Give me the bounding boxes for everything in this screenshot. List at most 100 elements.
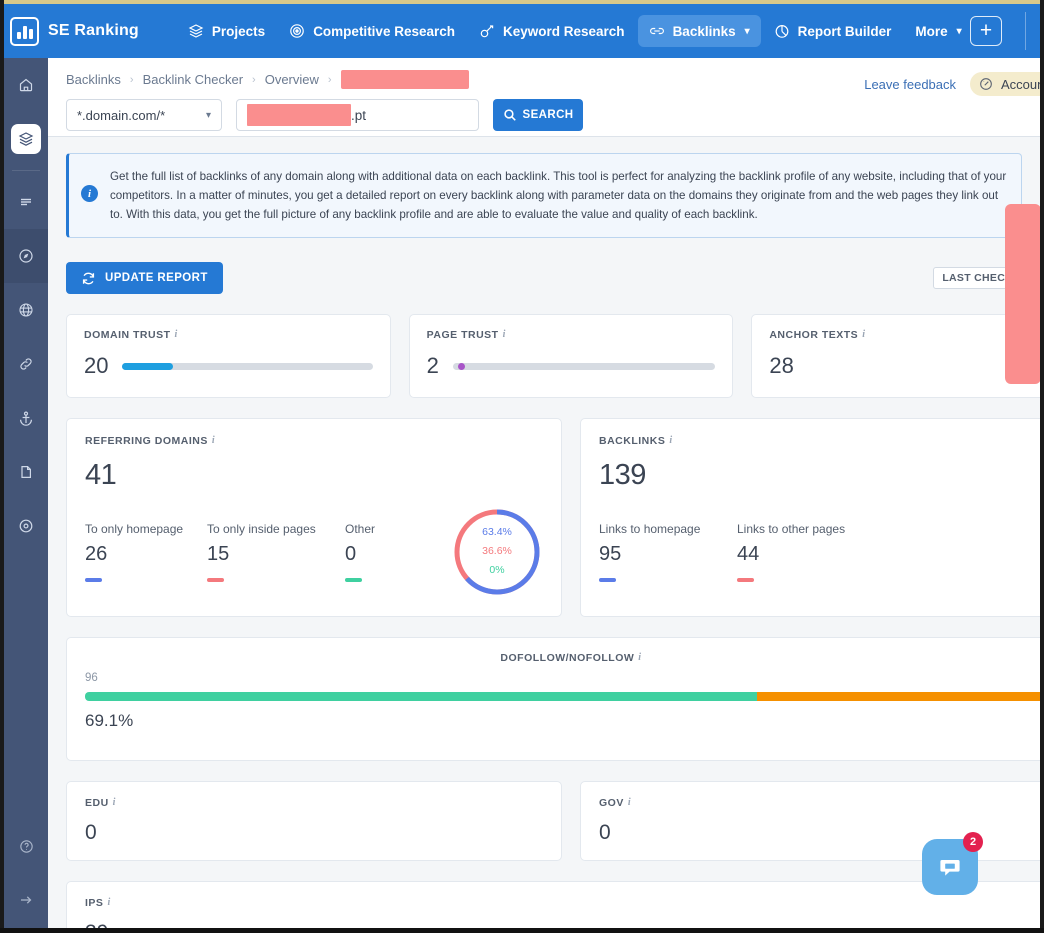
info-icon[interactable]: i (212, 435, 215, 446)
nofollow-segment (756, 692, 1040, 701)
chevron-right-icon: › (252, 73, 256, 86)
domain-search-input[interactable]: .pt (236, 99, 479, 131)
breadcrumb-item-backlink-checker[interactable]: Backlink Checker (143, 72, 243, 87)
dofollow-count: 96 (85, 672, 98, 684)
bar-chart-logo-icon (10, 16, 39, 46)
nav-item-report-builder[interactable]: Report Builder (763, 15, 903, 47)
metric-cards-row: DOMAIN TRUST i 20 PAGE TRUST i 2 ANCHOR … (66, 314, 1040, 398)
info-icon[interactable]: i (113, 797, 116, 808)
sidebar-item-anchor[interactable] (4, 391, 48, 445)
top-navigation-bar: SE Ranking Projects Competitive Research (4, 4, 1040, 58)
domain-mode-select[interactable]: *.domain.com/* ▾ (66, 99, 222, 131)
breakdown-value: 44 (737, 543, 760, 565)
breadcrumb-item-backlinks[interactable]: Backlinks (66, 72, 121, 87)
card-label: ANCHOR TEXTS i (769, 329, 1040, 341)
sidebar-expand-button[interactable] (4, 873, 48, 927)
sidebar-item-document[interactable] (4, 445, 48, 499)
breakdown-label: Links to other pages (737, 522, 846, 536)
info-icon[interactable]: i (862, 329, 865, 340)
dofollow-nofollow-card: DOFOLLOW/NOFOLLOW i 96 69.1% 3 (66, 637, 1040, 761)
nav-item-more[interactable]: More ▾ (904, 16, 972, 47)
redacted-domain-value (247, 104, 351, 126)
nav-item-projects[interactable]: Projects (177, 15, 276, 47)
breakdown-item: Other 0 (345, 522, 467, 582)
breakdown-value: 15 (207, 543, 230, 565)
account-button[interactable]: Account (970, 72, 1040, 96)
anchor-texts-card: ANCHOR TEXTS i 28 (751, 314, 1040, 398)
sidebar-item-projects[interactable] (4, 112, 48, 166)
add-button[interactable]: + (970, 16, 1002, 46)
info-icon[interactable]: i (628, 797, 631, 808)
sidebar-item-target[interactable] (4, 499, 48, 553)
key-icon (479, 23, 495, 39)
info-icon[interactable]: i (638, 652, 641, 664)
ips-label: IPS (85, 897, 104, 909)
anchor-texts-value: 28 (769, 353, 794, 378)
ips-card: IPS i 39 (66, 881, 1040, 933)
page-trust-card: PAGE TRUST i 2 (408, 314, 734, 398)
donut-pct-green: 0% (489, 564, 505, 576)
redaction-overlay (1005, 204, 1041, 384)
legend-swatch (737, 578, 754, 582)
card-label: BACKLINKS i (599, 435, 1040, 447)
header-divider (1025, 12, 1026, 50)
chevron-down-icon: ▾ (205, 109, 211, 121)
page-trust-value: 2 (426, 353, 439, 378)
referring-domains-label: REFERRING DOMAINS (85, 435, 208, 447)
info-banner-text: Get the full list of backlinks of any do… (110, 170, 1007, 221)
breakdown-label: Links to homepage (599, 522, 701, 536)
nav-item-competitive-research[interactable]: Competitive Research (278, 15, 466, 47)
dofollow-percents: 69.1% 3 (85, 711, 1040, 731)
globe-icon (19, 303, 33, 317)
chevron-down-icon: ▾ (956, 25, 962, 37)
search-button[interactable]: SEARCH (493, 99, 583, 131)
bar-fill (122, 362, 173, 370)
question-circle-icon (19, 839, 33, 853)
chevron-right-icon: › (129, 73, 134, 86)
edu-value: 0 (85, 821, 97, 844)
info-icon[interactable]: i (107, 897, 110, 908)
main-nav: Projects Competitive Research Keyword Re… (177, 15, 973, 47)
dofollow-bar (85, 692, 1040, 701)
info-icon[interactable]: i (175, 329, 178, 340)
info-icon[interactable]: i (669, 435, 672, 446)
leave-feedback-link[interactable]: Leave feedback (864, 77, 956, 92)
window-edge-bottom (0, 928, 1044, 933)
sidebar-item-backlinks[interactable] (4, 337, 48, 391)
bar-marker (458, 362, 466, 370)
domain-trust-card: DOMAIN TRUST i 20 (66, 314, 391, 398)
anchor-texts-label: ANCHOR TEXTS (769, 329, 859, 341)
edu-gov-row: EDU i 0 GOV i 0 (66, 781, 1040, 861)
refresh-icon (82, 272, 95, 284)
donut-pct-blue: 63.4% (482, 526, 512, 538)
card-label: IPS i (85, 897, 1040, 909)
nav-label: Report Builder (797, 23, 892, 39)
card-label: DOMAIN TRUST i (84, 329, 373, 341)
backlinks-card: BACKLINKS i 139 Links to homepage 95 Lin… (580, 418, 1040, 617)
chevron-down-icon: ▾ (744, 25, 750, 37)
card-label: GOV i (599, 797, 1040, 809)
domain-mode-value: *.domain.com/* (77, 107, 166, 123)
domain-trust-value: 20 (84, 353, 109, 378)
sidebar-item-home[interactable] (4, 58, 48, 112)
chat-widget-button[interactable]: 2 (922, 832, 983, 895)
domain-suffix: .pt (351, 107, 367, 123)
target-circle-icon (19, 519, 33, 533)
update-report-button[interactable]: UPDATE REPORT (66, 262, 223, 294)
info-icon[interactable]: i (503, 329, 506, 340)
breakdown-label: To only inside pages (207, 522, 316, 536)
app-root: SE Ranking Projects Competitive Research (0, 0, 1044, 933)
sidebar-item-help[interactable] (4, 819, 48, 873)
gauge-icon (980, 78, 992, 90)
arrow-right-icon (21, 896, 32, 904)
nav-item-backlinks[interactable]: Backlinks ▾ (637, 15, 761, 47)
sidebar-item-globe[interactable] (4, 283, 48, 337)
sidebar-item-reports[interactable] (4, 175, 48, 229)
legend-swatch (599, 578, 616, 582)
nav-item-keyword-research[interactable]: Keyword Research (468, 15, 636, 47)
backlinks-breakdown: Links to homepage 95 Links to other page… (599, 522, 1040, 582)
app-logo[interactable]: SE Ranking (4, 16, 139, 46)
sidebar-item-competitive-research[interactable] (4, 229, 48, 283)
page-topbar: Backlinks › Backlink Checker › Overview … (48, 58, 1040, 137)
breadcrumb-item-overview[interactable]: Overview (265, 72, 319, 87)
